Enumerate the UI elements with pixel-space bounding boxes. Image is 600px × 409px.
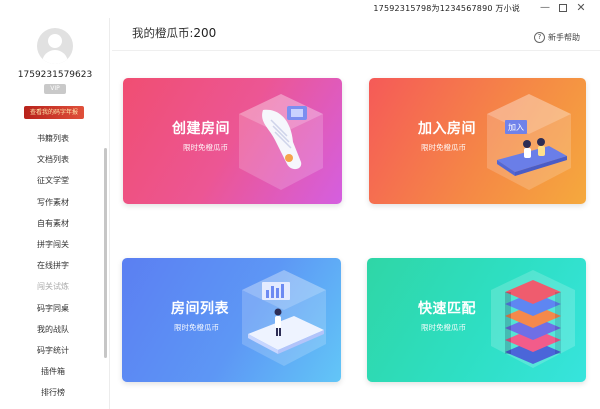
avatar-body-icon <box>42 50 68 64</box>
sidebar-item-typing-challenge[interactable]: 拼字闯关 <box>0 234 106 255</box>
join-room-illustration-icon: 加入 <box>487 94 571 190</box>
card-subtitle: 限时免橙瓜币 <box>421 323 466 332</box>
annual-report-banner[interactable]: 查看我的码字年报 <box>24 106 84 119</box>
sidebar-item-my-team[interactable]: 我的战队 <box>0 319 106 340</box>
help-label: 新手帮助 <box>548 32 580 42</box>
card-title: 加入房间 <box>418 121 476 137</box>
quick-match-card[interactable]: 快速匹配 限时免橙瓜币 <box>367 258 586 382</box>
vip-badge[interactable]: VIP <box>44 84 66 94</box>
sidebar: 1759231579623 VIP 查看我的码字年报 书籍列表 文档列表 征文学… <box>0 18 110 409</box>
question-icon: ? <box>534 31 545 43</box>
user-id: 1759231579623 <box>17 70 93 80</box>
sidebar-item-plugins[interactable]: 插件箱 <box>0 361 106 382</box>
card-title: 创建房间 <box>172 121 230 137</box>
card-subtitle: 限时免橙瓜币 <box>183 143 228 152</box>
sidebar-item-typing-desk[interactable]: 码字同桌 <box>0 298 106 319</box>
sidebar-item-online-typing[interactable]: 在线拼字 <box>0 255 106 276</box>
sidebar-item-book-list[interactable]: 书籍列表 <box>0 128 106 149</box>
card-subtitle: 限时免橙瓜币 <box>421 143 466 152</box>
door-sign-label: 加入 <box>508 122 524 132</box>
sidebar-nav: 书籍列表 文档列表 征文学堂 写作素材 自有素材 拼字闯关 在线拼字 闯关试炼 … <box>0 128 106 403</box>
avatar-head-icon <box>48 34 62 48</box>
sidebar-scrollbar[interactable] <box>104 148 107 358</box>
create-room-card[interactable]: 创建房间 限时免橙瓜币 <box>123 78 342 204</box>
maximize-icon <box>559 4 567 12</box>
card-subtitle: 限时免橙瓜币 <box>174 323 219 332</box>
card-title: 房间列表 <box>171 301 229 317</box>
sidebar-item-doc-list[interactable]: 文档列表 <box>0 149 106 170</box>
quick-match-illustration-icon <box>491 270 575 368</box>
help-link[interactable]: ? 新手帮助 <box>534 29 580 45</box>
window-user-label: 17592315798为1234567890 万小说 <box>373 4 520 13</box>
title-bar: 17592315798为1234567890 万小说 — ✕ <box>0 0 600 18</box>
page-title: 我的橙瓜币:200 <box>132 25 216 41</box>
sidebar-item-contest-school[interactable]: 征文学堂 <box>0 170 106 191</box>
balance-value: 200 <box>193 26 217 40</box>
room-list-card[interactable]: 房间列表 限时免橙瓜币 <box>122 258 341 382</box>
room-list-illustration-icon <box>242 270 326 366</box>
avatar[interactable] <box>37 28 73 64</box>
paper-scroll-icon <box>239 94 323 190</box>
sidebar-item-own-material[interactable]: 自有素材 <box>0 213 106 234</box>
sidebar-item-trial[interactable]: 闯关试炼 <box>0 276 106 297</box>
header-divider <box>112 50 600 51</box>
balance-label: 我的橙瓜币: <box>132 26 194 40</box>
join-room-card[interactable]: 加入房间 限时免橙瓜币 加入 <box>369 78 586 204</box>
sidebar-item-typing-stats[interactable]: 码字统计 <box>0 340 106 361</box>
sidebar-item-leaderboard[interactable]: 排行榜 <box>0 382 106 403</box>
card-title: 快速匹配 <box>418 301 476 317</box>
close-button[interactable]: ✕ <box>574 1 588 15</box>
maximize-button[interactable] <box>556 1 570 15</box>
minimize-button[interactable]: — <box>538 1 552 15</box>
sidebar-item-writing-material[interactable]: 写作素材 <box>0 192 106 213</box>
